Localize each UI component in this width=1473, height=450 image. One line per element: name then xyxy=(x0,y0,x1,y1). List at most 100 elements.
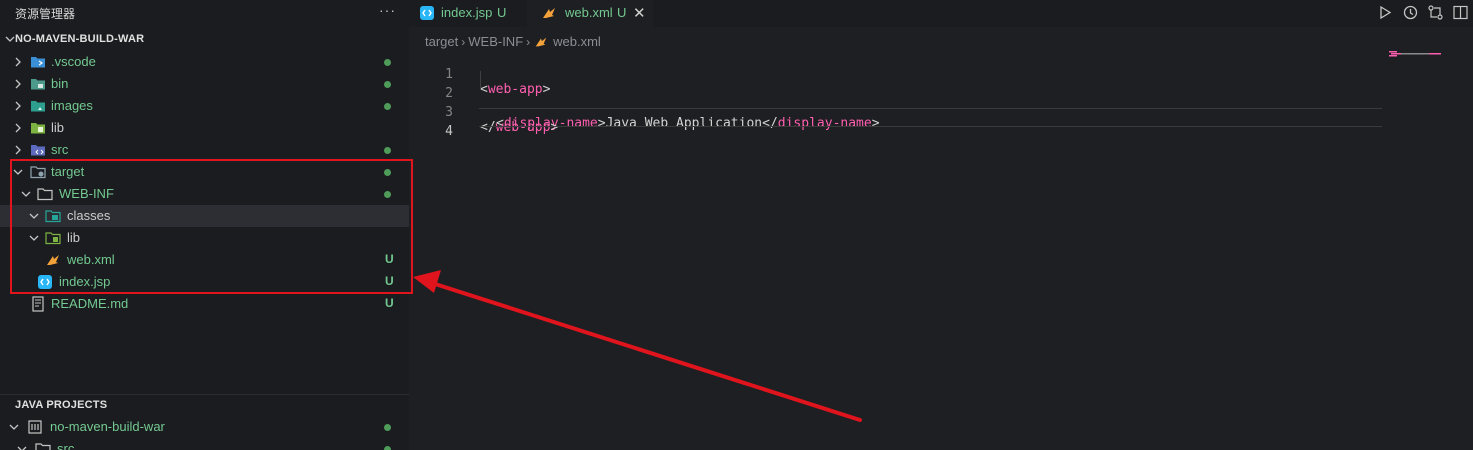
tree-item-target[interactable]: target xyxy=(0,161,409,183)
java-project-child-label: src xyxy=(57,441,75,450)
java-project-child-item[interactable]: src xyxy=(0,438,409,450)
tree-item-lib-nested[interactable]: lib xyxy=(0,227,409,249)
git-modified-dot xyxy=(384,446,391,450)
git-untracked-badge: U xyxy=(385,274,394,288)
lib-folder-icon xyxy=(31,123,45,134)
classes-folder-icon xyxy=(45,210,61,223)
xml-file-icon xyxy=(47,255,59,265)
run-icon[interactable] xyxy=(1377,4,1394,21)
tree-item-web-inf[interactable]: WEB-INF xyxy=(0,183,409,205)
xml-file-icon xyxy=(535,37,547,46)
chevron-down-icon xyxy=(13,169,23,175)
tree-item-label: images xyxy=(51,98,93,113)
code-line: 2 <display-name>Java Web Application</di… xyxy=(409,71,1389,131)
workspace-title: NO-MAVEN-BUILD-WAR xyxy=(15,33,145,45)
split-editor-icon[interactable] xyxy=(1452,4,1469,21)
lib-folder-icon xyxy=(45,232,61,245)
git-modified-dot xyxy=(384,59,391,66)
tree-item-classes[interactable]: classes xyxy=(0,205,409,227)
breadcrumb-item-web-inf[interactable]: WEB-INF xyxy=(468,34,523,49)
breadcrumb-separator: › xyxy=(526,34,531,49)
chevron-down-icon xyxy=(21,191,31,197)
target-folder-icon xyxy=(30,166,46,179)
explorer-sidebar: 资源管理器 ··· NO-MAVEN-BUILD-WAR .vscode bin… xyxy=(0,0,409,450)
tab-status-badge: U xyxy=(497,5,507,20)
chevron-right-icon xyxy=(15,79,21,89)
editor-tabbar: index.jsp U web.xml U ✕ xyxy=(409,0,1473,27)
git-modified-dot xyxy=(384,424,391,431)
chevron-right-icon xyxy=(15,145,21,155)
images-folder-icon xyxy=(31,101,45,112)
tab-status-badge: U xyxy=(617,5,627,20)
java-project-label: no-maven-build-war xyxy=(50,419,165,434)
chevron-down-icon xyxy=(29,235,39,241)
tree-item-label: src xyxy=(51,142,69,157)
breadcrumb-separator: › xyxy=(461,34,466,49)
tab-web-xml[interactable]: web.xml U ✕ xyxy=(527,0,653,27)
timeline-history-icon[interactable] xyxy=(1402,4,1419,21)
tab-close-button[interactable]: ✕ xyxy=(633,4,646,22)
git-modified-dot xyxy=(384,169,391,176)
indent-guide xyxy=(480,71,481,90)
editor-scrollbar[interactable] xyxy=(1459,27,1473,450)
tree-item-lib[interactable]: lib xyxy=(0,117,409,139)
tree-item-label: lib xyxy=(67,230,81,245)
tree-item-label: .vscode xyxy=(51,54,96,69)
minimap[interactable] xyxy=(1389,50,1449,60)
package-folder-icon xyxy=(35,443,51,450)
vscode-folder-icon xyxy=(31,57,45,68)
java-projects-section-header[interactable]: JAVA PROJECTS xyxy=(0,395,409,417)
git-modified-dot xyxy=(384,191,391,198)
tab-index-jsp[interactable]: index.jsp U xyxy=(409,0,527,27)
chevron-right-icon xyxy=(15,57,21,67)
tree-item-label: lib xyxy=(51,120,65,135)
chevron-down-icon xyxy=(17,446,27,450)
compare-changes-icon[interactable] xyxy=(1427,4,1444,21)
explorer-header: 资源管理器 ··· xyxy=(0,0,409,25)
tree-item-label: classes xyxy=(67,208,111,223)
folder-icon xyxy=(37,188,53,201)
tab-label: web.xml xyxy=(565,5,613,20)
bin-folder-icon xyxy=(31,79,45,90)
tree-item-label: index.jsp xyxy=(59,274,111,289)
jsp-file-icon xyxy=(420,6,434,20)
tree-item-label: target xyxy=(51,164,85,179)
tree-item-images[interactable]: images xyxy=(0,95,409,117)
current-line-highlight xyxy=(479,108,1382,127)
markdown-file-icon xyxy=(32,296,44,312)
breadcrumb-item-target[interactable]: target xyxy=(425,34,458,49)
breadcrumb: target › WEB-INF › web.xml xyxy=(425,33,601,49)
git-untracked-badge: U xyxy=(385,296,394,310)
workspace-section-header[interactable]: NO-MAVEN-BUILD-WAR xyxy=(0,29,409,51)
java-projects-title: JAVA PROJECTS xyxy=(15,399,108,411)
explorer-title: 资源管理器 xyxy=(15,7,76,21)
chevron-right-icon xyxy=(15,101,21,111)
tree-item-vscode[interactable]: .vscode xyxy=(0,51,409,73)
tree-item-web-xml[interactable]: web.xml U xyxy=(0,249,409,271)
src-folder-icon xyxy=(31,145,45,156)
line-number: 4 xyxy=(445,124,453,139)
jsp-file-icon xyxy=(38,275,52,289)
tab-label: index.jsp xyxy=(441,5,493,20)
tree-item-label: bin xyxy=(51,76,69,91)
git-modified-dot xyxy=(384,147,391,154)
tree-item-label: WEB-INF xyxy=(59,186,114,201)
git-untracked-badge: U xyxy=(385,252,394,266)
tree-item-index-jsp[interactable]: index.jsp U xyxy=(0,271,409,293)
code-line: 3 </web-app> xyxy=(409,90,1389,135)
tree-item-src[interactable]: src xyxy=(0,139,409,161)
chevron-down-icon xyxy=(29,213,39,219)
tree-item-readme[interactable]: README.md U xyxy=(0,293,409,315)
chevron-down-icon xyxy=(9,424,19,430)
git-modified-dot xyxy=(384,103,391,110)
chevron-right-icon xyxy=(15,123,21,133)
git-modified-dot xyxy=(384,81,391,88)
tree-item-bin[interactable]: bin xyxy=(0,73,409,95)
more-actions-button[interactable]: ··· xyxy=(379,2,396,18)
xml-file-icon xyxy=(543,8,555,18)
breadcrumb-item-web-xml[interactable]: web.xml xyxy=(553,34,601,49)
java-project-item[interactable]: no-maven-build-war xyxy=(0,416,409,438)
java-project-icon xyxy=(28,420,42,434)
tree-item-label: README.md xyxy=(51,296,129,311)
tree-item-label: web.xml xyxy=(67,252,115,267)
